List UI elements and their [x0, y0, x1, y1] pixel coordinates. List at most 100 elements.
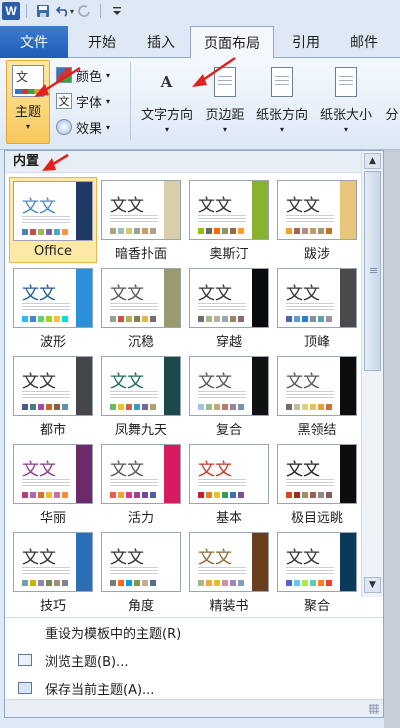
themes-icon: 文: [12, 65, 44, 97]
theme-thumbnail: 文文: [277, 180, 357, 240]
tab-home[interactable]: 开始: [70, 26, 134, 58]
theme-effects-button[interactable]: 效果 ▾: [56, 114, 128, 140]
gallery-section-title: 内置: [5, 151, 361, 173]
customize-qat-icon[interactable]: [107, 2, 127, 20]
theme-item[interactable]: 文文 黑领结: [273, 353, 361, 439]
theme-sample-text: 文文: [286, 460, 320, 480]
theme-name: 活力: [127, 511, 154, 526]
color-swatch: [118, 492, 124, 498]
theme-accent-strip: [164, 357, 180, 415]
theme-name: 跋涉: [303, 247, 330, 262]
theme-item[interactable]: 文文 暗香扑面: [97, 177, 185, 263]
paper-size-icon: [329, 64, 363, 100]
theme-item[interactable]: 文文 Office: [9, 177, 97, 263]
gallery-scrollbar[interactable]: ▲ ▼: [361, 151, 383, 597]
theme-item[interactable]: 文文 复合: [185, 353, 273, 439]
redo-icon[interactable]: [74, 2, 94, 20]
theme-thumbnail: 文文: [101, 532, 181, 592]
theme-item[interactable]: 文文 都市: [9, 353, 97, 439]
orientation-icon: [265, 64, 299, 100]
tab-insert[interactable]: 插入: [134, 26, 188, 58]
color-swatch: [310, 316, 316, 322]
color-swatch: [38, 580, 44, 586]
theme-sample-text: 文文: [110, 548, 144, 568]
text-direction-button[interactable]: A 文字方向 ▾: [134, 60, 200, 144]
theme-color-swatches: [286, 228, 332, 234]
themes-button[interactable]: 文 主题 ▾: [6, 60, 50, 144]
theme-accent-strip: [252, 181, 268, 239]
save-icon[interactable]: [33, 2, 53, 20]
theme-accent-strip: [164, 533, 180, 591]
theme-name: 复合: [215, 423, 242, 438]
theme-item[interactable]: 文文 沉稳: [97, 265, 185, 351]
theme-color-swatches: [22, 316, 68, 322]
theme-thumbnail: 文文: [13, 444, 93, 504]
theme-name: 凤舞九天: [114, 423, 167, 438]
theme-item[interactable]: 文文 华丽: [9, 441, 97, 527]
word-logo-icon[interactable]: W: [2, 2, 20, 20]
theme-sample-text: 文文: [286, 284, 320, 304]
margins-label: 页边距: [205, 108, 245, 123]
theme-item[interactable]: 文文 基本: [185, 441, 273, 527]
theme-sample-text: 文文: [286, 372, 320, 392]
theme-accent-strip: [252, 269, 268, 327]
scroll-down-button[interactable]: ▼: [364, 577, 381, 593]
gallery-resize-bar[interactable]: [5, 699, 383, 717]
color-swatch: [238, 580, 244, 586]
theme-item[interactable]: 文文 跋涉: [273, 177, 361, 263]
browse-themes-menu-item[interactable]: 浏览主题(B)...: [5, 646, 383, 674]
theme-item[interactable]: 文文 极目远眺: [273, 441, 361, 527]
theme-fonts-button[interactable]: 文 字体 ▾: [56, 88, 128, 114]
theme-item[interactable]: 文文 穿越: [185, 265, 273, 351]
theme-item[interactable]: 文文 凤舞九天: [97, 353, 185, 439]
color-swatch: [62, 492, 68, 498]
theme-colors-button[interactable]: 颜色 ▾: [56, 62, 128, 88]
size-button[interactable]: 纸张大小 ▾: [314, 60, 378, 144]
theme-item[interactable]: 文文 角度: [97, 529, 185, 615]
scroll-thumb[interactable]: [364, 171, 381, 371]
theme-item[interactable]: 文文 奥斯汀: [185, 177, 273, 263]
theme-name: 华丽: [39, 511, 66, 526]
color-swatch: [302, 404, 308, 410]
theme-color-swatches: [198, 316, 244, 322]
color-swatch: [214, 404, 220, 410]
theme-accent-strip: [76, 533, 92, 591]
color-swatch: [238, 404, 244, 410]
save-theme-menu-item[interactable]: 保存当前主题(A)...: [5, 674, 383, 702]
theme-item[interactable]: 文文 顶峰: [273, 265, 361, 351]
chevron-down-icon: ▾: [106, 122, 111, 132]
theme-thumbnail: 文文: [277, 532, 357, 592]
margins-button[interactable]: 页边距 ▾: [200, 60, 250, 144]
color-swatch: [38, 492, 44, 498]
theme-accent-strip: [340, 269, 356, 327]
color-swatch: [126, 228, 132, 234]
scroll-up-button[interactable]: ▲: [364, 153, 381, 169]
reset-theme-menu-item[interactable]: 重设为模板中的主题(R): [5, 618, 383, 646]
tab-references[interactable]: 引用: [278, 26, 334, 58]
theme-thumbnail: 文文: [189, 444, 269, 504]
theme-item[interactable]: 文文 聚合: [273, 529, 361, 615]
theme-item[interactable]: 文文 活力: [97, 441, 185, 527]
tab-page-layout[interactable]: 页面布局: [190, 26, 274, 59]
document-area: [384, 150, 400, 728]
browse-themes-label: 浏览主题(B)...: [45, 654, 129, 670]
orientation-button[interactable]: 纸张方向 ▾: [250, 60, 314, 144]
theme-color-swatches: [286, 404, 332, 410]
resize-grip-icon[interactable]: [369, 704, 379, 714]
theme-item[interactable]: 文文 波形: [9, 265, 97, 351]
theme-item[interactable]: 文文 精装书: [185, 529, 273, 615]
color-swatch: [214, 492, 220, 498]
theme-item[interactable]: 文文 技巧: [9, 529, 97, 615]
color-swatch: [230, 492, 236, 498]
color-swatch: [142, 492, 148, 498]
color-swatch: [22, 580, 28, 586]
color-swatch: [22, 229, 28, 235]
tab-mailings[interactable]: 邮件: [336, 26, 392, 58]
color-swatch: [222, 492, 228, 498]
theme-thumbnail: 文文: [13, 268, 93, 328]
tab-file[interactable]: 文件: [0, 26, 68, 58]
color-swatch: [54, 404, 60, 410]
color-swatch: [206, 228, 212, 234]
columns-button[interactable]: 分: [384, 60, 400, 144]
color-swatch: [318, 404, 324, 410]
